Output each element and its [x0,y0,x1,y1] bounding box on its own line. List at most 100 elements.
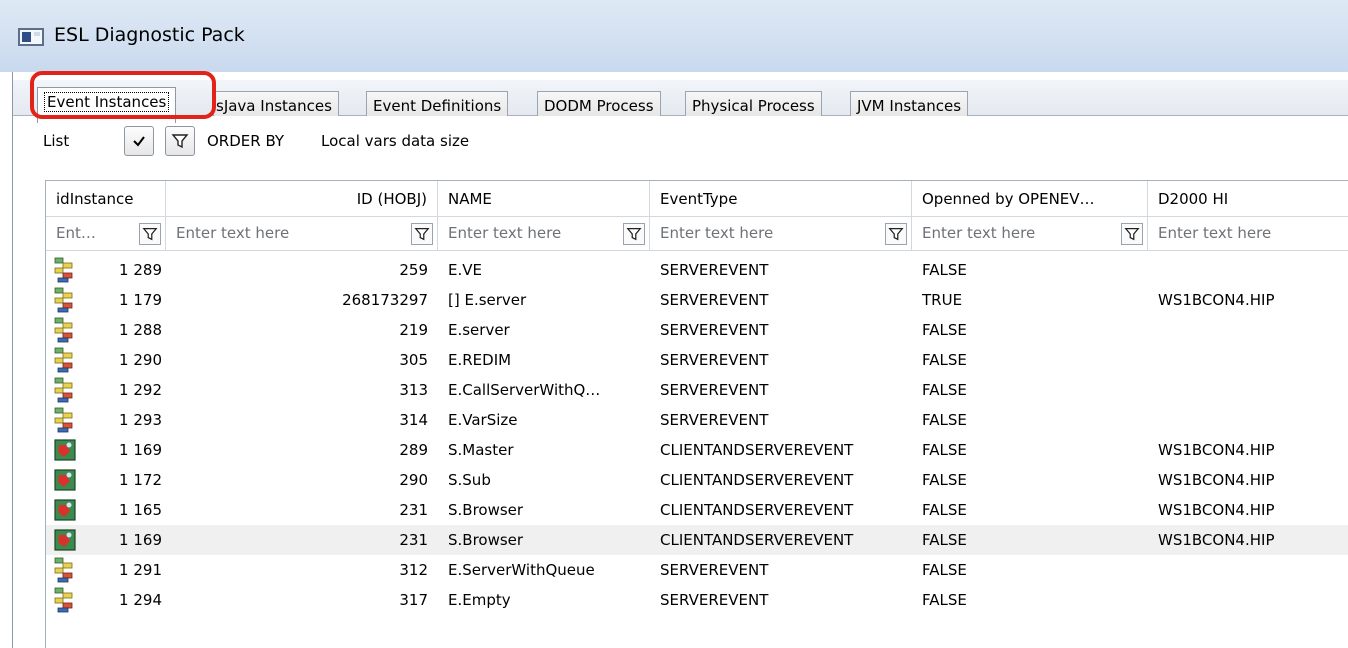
filter-cell-idinstance[interactable]: Ent… [46,217,166,251]
table-row[interactable]: 1 288 219 E.server SERVEREVENT FALSE [46,315,1348,345]
cell-name: S.Sub [448,471,491,489]
cell-idinstance: 1 294 [119,591,162,609]
cell-eventtype: SERVEREVENT [660,321,769,339]
table-row[interactable]: 1 169 231 S.Browser CLIENTANDSERVEREVENT FAL… [46,525,1348,555]
cell-hobj: 290 [399,471,428,489]
col-header-d2000hi[interactable]: D2000 HI [1148,181,1348,217]
cell-idinstance: 1 291 [119,561,162,579]
cell-eventtype: SERVEREVENT [660,591,769,609]
cell-hobj: 317 [399,591,428,609]
filter-placeholder: Enter text here [660,224,774,242]
filter-button[interactable] [411,223,433,245]
table-row[interactable]: 1 293 314 E.VarSize SERVEREVENT FALSE [46,405,1348,435]
filter-button[interactable] [139,223,161,245]
table-row[interactable]: 1 165 231 S.Browser CLIENTANDSERVEREVENT FAL… [46,495,1348,525]
filter-toggle-button[interactable] [165,126,195,156]
cell-eventtype: SERVEREVENT [660,381,769,399]
filter-cell-d2000hi[interactable]: Enter text here [1148,217,1348,251]
filter-placeholder: Enter text here [922,224,1036,242]
cell-eventtype: CLIENTANDSERVEREVENT [660,501,854,519]
table-row[interactable]: 1 172 290 S.Sub CLIENTANDSERVEREVENT FALSE WS… [46,465,1348,495]
toolbar: List ORDER BY Local vars data size [13,116,1348,172]
cell-d2000hi: WS1BCON4.HIP [1158,531,1275,549]
cell-openned: FALSE [922,321,967,339]
cell-hobj: 219 [399,321,428,339]
table-row[interactable]: 1 291 312 E.ServerWithQueue SERVEREVENT FALS… [46,555,1348,585]
list-label: List [43,132,70,150]
filter-row: Ent… Enter text here Enter text here Ent… [46,217,1348,251]
cell-eventtype: SERVEREVENT [660,261,769,279]
cell-d2000hi [1158,345,1348,375]
cell-d2000hi: WS1BCON4.HIP [1158,501,1275,519]
col-header-idinstance[interactable]: idInstance [46,181,166,217]
cell-hobj: 305 [399,351,428,369]
filter-icon [171,134,189,149]
apply-button[interactable] [124,126,154,156]
filter-placeholder: Ent… [56,224,96,242]
col-header-openned[interactable]: Openned by OPENEV… [912,181,1148,217]
filter-cell-hobj[interactable]: Enter text here [166,217,438,251]
cell-name: S.Browser [448,501,524,519]
table-row[interactable]: 1 179 268173297 [] E.server SERVEREVENT TRUE… [46,285,1348,315]
cell-d2000hi [1158,555,1348,585]
cell-openned: FALSE [922,531,967,549]
cell-openned: TRUE [922,291,963,309]
filter-placeholder: Enter text here [448,224,562,242]
cell-d2000hi [1158,405,1348,435]
cell-d2000hi [1158,375,1348,405]
cell-eventtype: CLIENTANDSERVEREVENT [660,531,854,549]
cell-hobj: 231 [399,501,428,519]
order-by-value[interactable]: Local vars data size [321,132,469,150]
filter-icon [888,228,904,241]
cell-openned: FALSE [922,411,967,429]
cell-hobj: 312 [399,561,428,579]
cell-openned: FALSE [922,501,967,519]
filter-cell-openned[interactable]: Enter text here [912,217,1148,251]
cell-eventtype: SERVEREVENT [660,351,769,369]
cell-hobj: 231 [399,531,428,549]
cell-name: E.VarSize [448,411,518,429]
cell-idinstance: 1 293 [119,411,162,429]
filter-cell-eventtype[interactable]: Enter text here [650,217,912,251]
cell-openned: FALSE [922,351,967,369]
filter-cell-name[interactable]: Enter text here [438,217,650,251]
tab-label: sJava Instances [216,97,332,115]
tab-strip: Event Instances sJava Instances Event De… [13,80,1348,123]
filter-button[interactable] [1121,223,1143,245]
tab-label: DODM Process [544,97,654,115]
title-bar: ESL Diagnostic Pack [0,0,1348,72]
filter-button[interactable] [623,223,645,245]
filter-icon [142,228,158,241]
tab-event-instances[interactable]: Event Instances [37,87,177,123]
col-header-eventtype[interactable]: EventType [650,181,912,217]
cell-eventtype: CLIENTANDSERVEREVENT [660,471,854,489]
cell-idinstance: 1 288 [119,321,162,339]
cell-name: S.Browser [448,531,524,549]
main-window: Event Instances sJava Instances Event De… [12,72,1348,648]
cell-name: [] E.server [448,291,527,309]
cell-hobj: 259 [399,261,428,279]
cell-idinstance: 1 292 [119,381,162,399]
cell-idinstance: 1 169 [119,531,162,549]
cell-name: E.CallServerWithQ… [448,381,601,399]
table-row[interactable]: 1 294 317 E.Empty SERVEREVENT FALSE [46,585,1348,615]
grid-header: idInstance ID (HOBJ) NAME EventType Open… [46,181,1348,217]
table-row[interactable]: 1 290 305 E.REDIM SERVEREVENT FALSE [46,345,1348,375]
col-header-name[interactable]: NAME [438,181,650,217]
cell-openned: FALSE [922,471,967,489]
cell-idinstance: 1 169 [119,441,162,459]
table-row[interactable]: 1 292 313 E.CallServerWithQ… SERVEREVENT FAL… [46,375,1348,405]
cell-eventtype: CLIENTANDSERVEREVENT [660,441,854,459]
cell-hobj: 313 [399,381,428,399]
cell-openned: FALSE [922,591,967,609]
col-header-hobj[interactable]: ID (HOBJ) [166,181,438,217]
cell-idinstance: 1 165 [119,501,162,519]
cell-openned: FALSE [922,261,967,279]
cell-name: E.VE [448,261,482,279]
filter-icon [414,228,430,241]
table-row[interactable]: 1 289 259 E.VE SERVEREVENT FALSE [46,255,1348,285]
cell-name: S.Master [448,441,514,459]
table-row[interactable]: 1 169 289 S.Master CLIENTANDSERVEREVENT FALS… [46,435,1348,465]
cell-idinstance: 1 290 [119,351,162,369]
filter-button[interactable] [885,223,907,245]
